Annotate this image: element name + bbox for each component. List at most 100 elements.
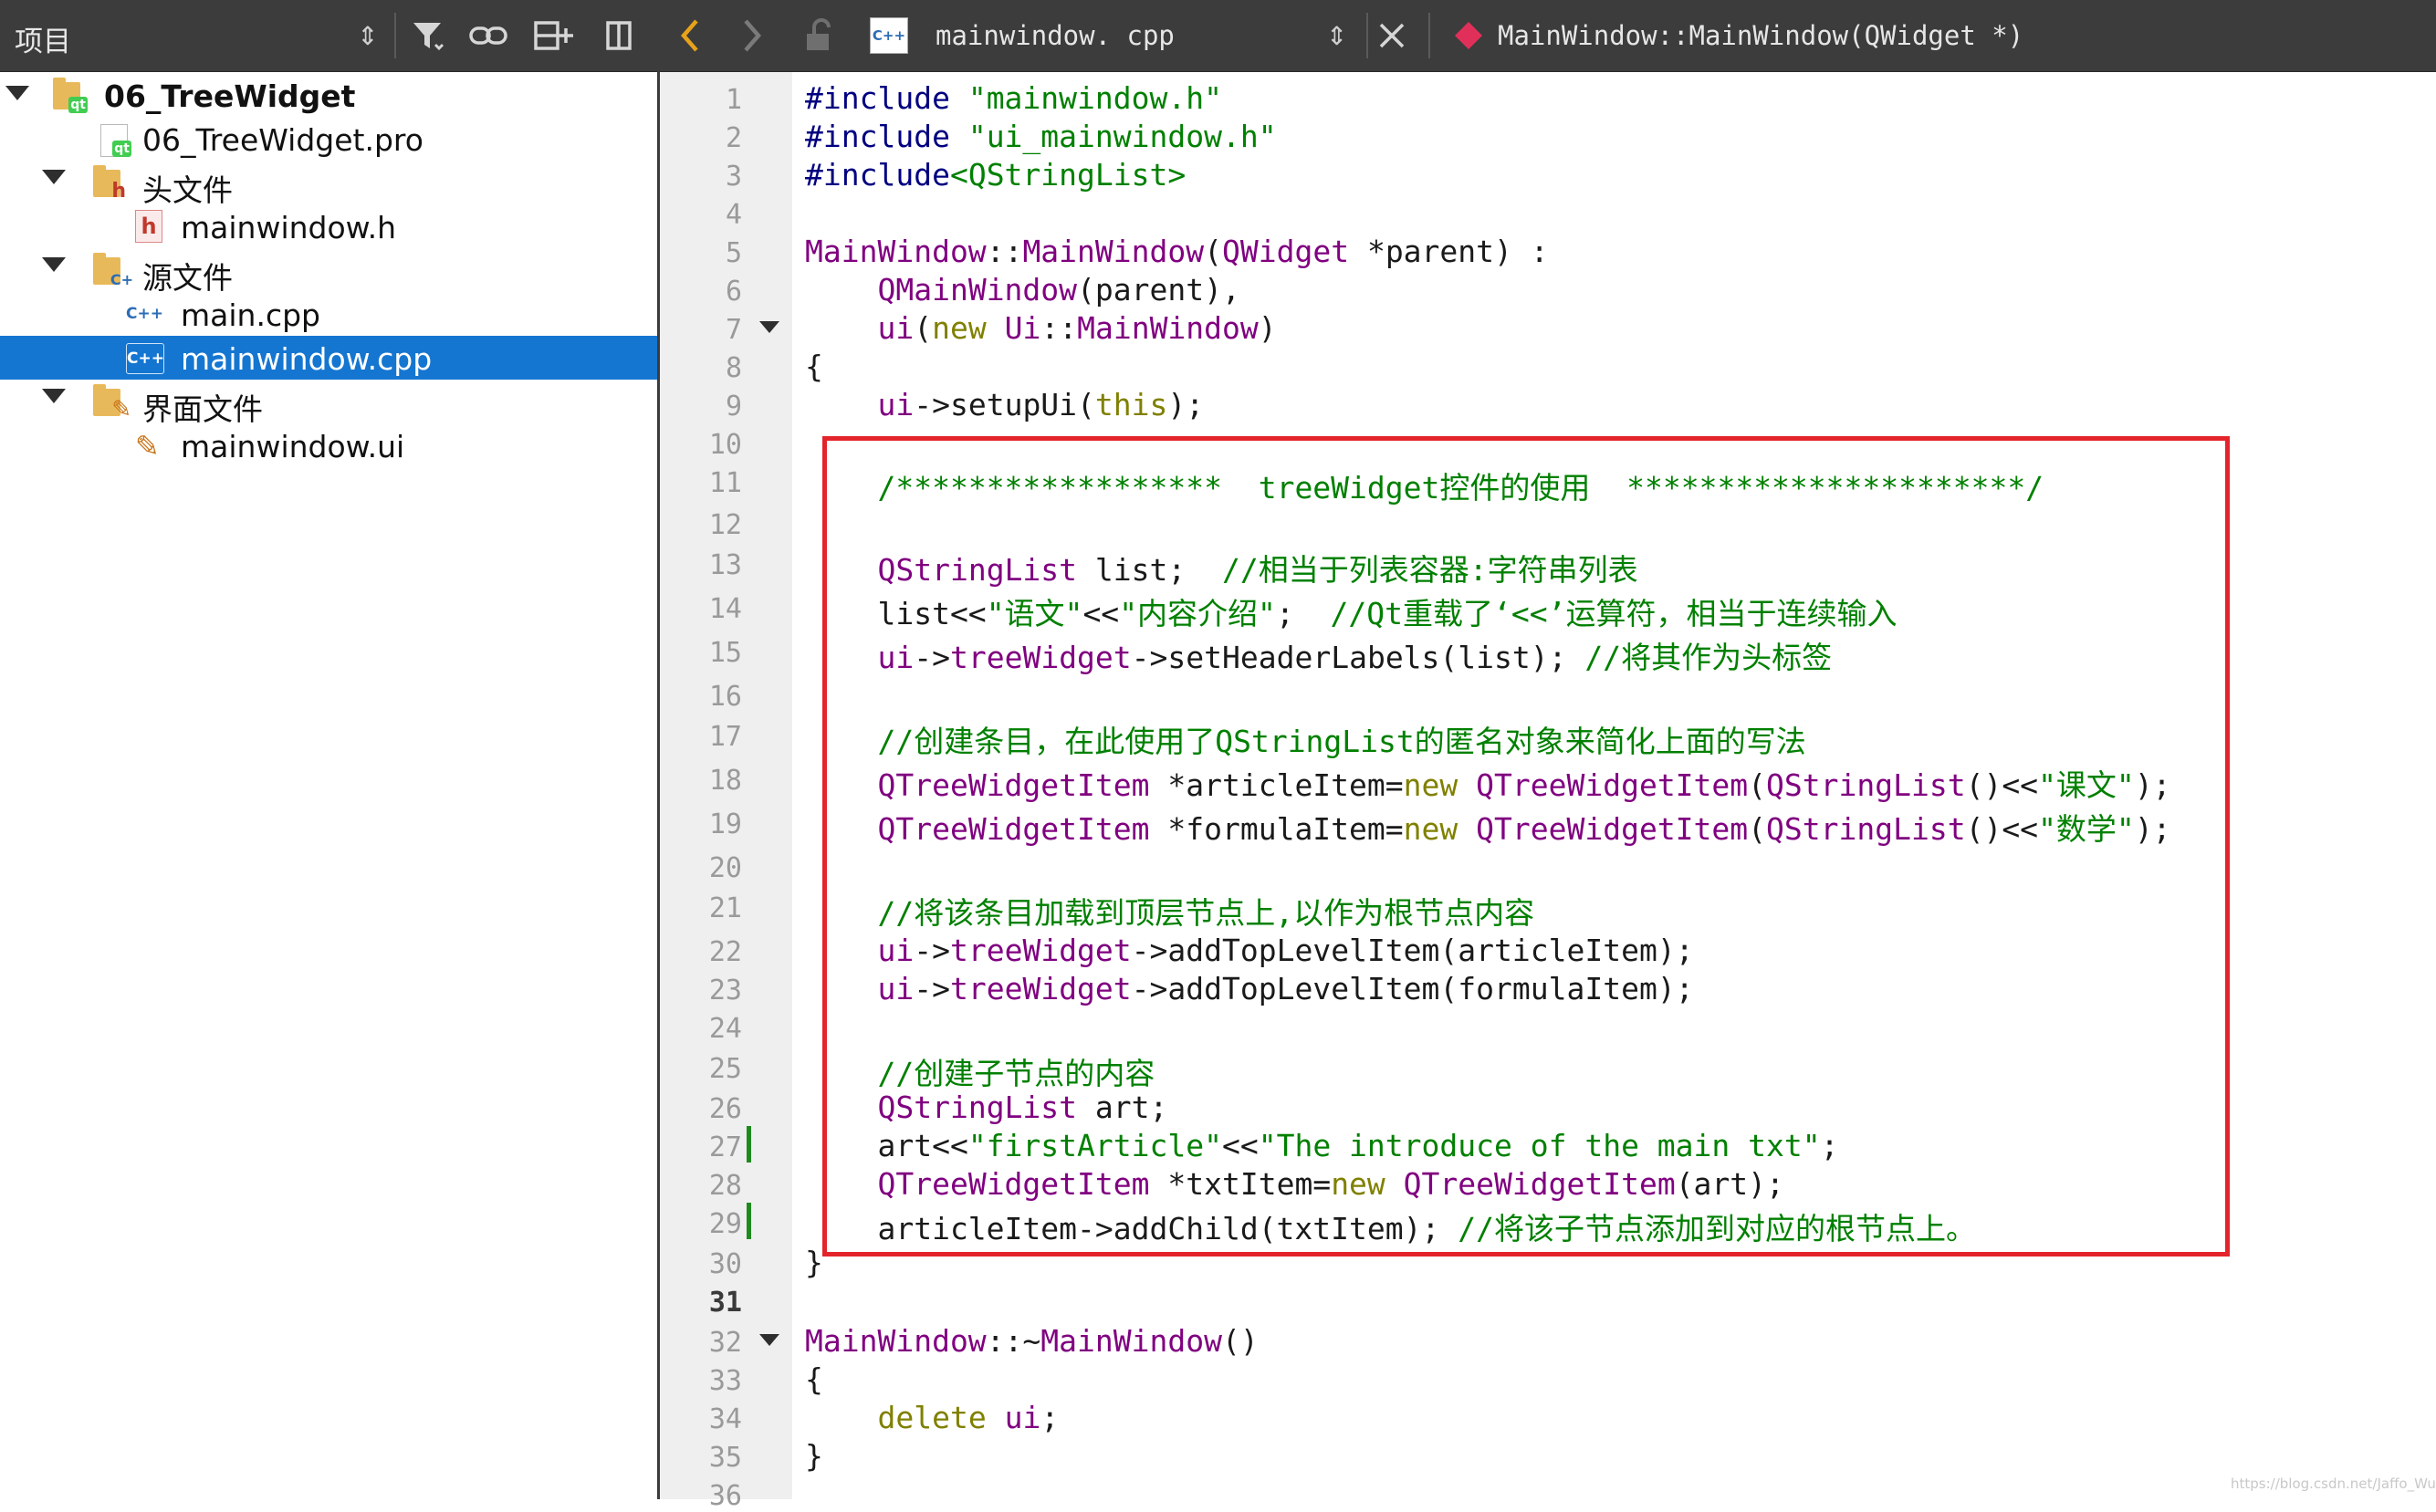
back-arrow-icon[interactable]: [678, 13, 715, 58]
ui-file-icon: ✎: [135, 429, 160, 464]
tree-item-label: 界面文件: [142, 391, 263, 427]
line-number: 5: [725, 237, 742, 269]
tree-item-pro-file[interactable]: qt 06_TreeWidget.pro: [0, 117, 657, 161]
line-number: 35: [708, 1442, 742, 1474]
code-line: {: [805, 349, 823, 384]
tree-item-label: mainwindow.h: [181, 210, 397, 245]
line-number: 34: [708, 1403, 742, 1435]
code-line: }: [805, 1245, 823, 1280]
fold-marker-icon[interactable]: [759, 1334, 779, 1346]
tree-item-label: main.cpp: [181, 297, 320, 333]
expand-arrow-icon[interactable]: [42, 170, 66, 184]
line-number: 24: [708, 1013, 742, 1045]
line-number: 19: [708, 808, 742, 840]
line-number: 25: [708, 1053, 742, 1085]
line-number: 23: [708, 975, 742, 1006]
tree-item-sources[interactable]: C+ 源文件: [0, 248, 657, 296]
header-file-icon: h: [131, 208, 168, 245]
expand-arrow-icon[interactable]: [5, 86, 29, 100]
expand-arrow-icon[interactable]: [42, 389, 66, 403]
line-number: 28: [708, 1170, 742, 1202]
line-number: 30: [708, 1248, 742, 1280]
line-number: 16: [708, 681, 742, 713]
change-marker: [747, 1203, 751, 1239]
line-number: 14: [708, 593, 742, 625]
tree-item-label: mainwindow.cpp: [181, 341, 433, 377]
sort-updown-icon[interactable]: ⇕: [354, 13, 382, 58]
expand-arrow-icon[interactable]: [42, 257, 66, 272]
cpp-file-icon: C++: [126, 339, 164, 376]
tree-item-forms[interactable]: ✎ 界面文件: [0, 380, 657, 427]
tree-item-label: 源文件: [142, 260, 233, 296]
forward-arrow-icon[interactable]: [740, 13, 777, 58]
code-line: QMainWindow(parent),: [877, 272, 1240, 308]
highlight-box: [822, 436, 2230, 1257]
symbol-method-icon: [1452, 13, 1489, 58]
source-folder-icon: C+: [91, 252, 133, 288]
line-number: 7: [725, 314, 742, 346]
line-number: 18: [708, 765, 742, 797]
line-number: 1: [725, 84, 742, 116]
project-pane: 项目 ⇕ qt 06_TreeWidget qt 06_TreeWidget.p…: [0, 0, 657, 1499]
code-line: ui(new Ui::MainWindow): [877, 310, 1277, 346]
sort-updown-icon[interactable]: ⇕: [1326, 13, 1354, 58]
close-sidebar-icon[interactable]: [601, 13, 637, 58]
code-line: ui->setupUi(this);: [877, 387, 1205, 422]
qt-project-icon: qt: [51, 77, 88, 113]
code-line: {: [805, 1361, 823, 1397]
line-number: 32: [708, 1327, 742, 1359]
tree-item-ui-file[interactable]: ✎ mainwindow.ui: [0, 423, 657, 467]
tree-item-label: 头文件: [142, 172, 233, 208]
code-line: #include "mainwindow.h": [805, 80, 1222, 116]
line-number: 33: [708, 1365, 742, 1397]
header-folder-icon: h: [91, 164, 128, 203]
open-file-combo[interactable]: mainwindow. cpp: [936, 13, 1175, 58]
line-number: 10: [708, 429, 742, 461]
tree-item-project[interactable]: qt 06_TreeWidget: [0, 73, 657, 117]
line-number: 12: [708, 509, 742, 541]
line-number: 36: [708, 1480, 742, 1512]
line-number: 26: [708, 1093, 742, 1125]
line-number: 21: [708, 892, 742, 924]
cpp-file-icon: C++: [870, 13, 914, 58]
cpp-file-icon: C++: [126, 305, 163, 323]
tree-item-header-file[interactable]: h mainwindow.h: [0, 204, 657, 248]
forms-folder-icon: ✎: [91, 383, 131, 423]
tree-item-label: mainwindow.ui: [181, 429, 405, 464]
close-icon[interactable]: [1377, 13, 1417, 58]
tree-item-label: 06_TreeWidget.pro: [142, 122, 423, 158]
project-pane-title: 项目: [15, 26, 71, 58]
code-line: #include<QStringList>: [805, 157, 1187, 193]
line-number: 9: [725, 391, 742, 422]
link-icon[interactable]: [465, 13, 511, 58]
editor-toolbar: C++ mainwindow. cpp ⇕ MainWindow::MainWi…: [660, 0, 2436, 72]
tree-item-label: 06_TreeWidget: [104, 78, 356, 114]
line-number: 29: [708, 1208, 742, 1240]
lock-icon[interactable]: [804, 13, 841, 58]
line-number: 15: [708, 637, 742, 669]
code-line: }: [805, 1438, 823, 1474]
line-number: 6: [725, 276, 742, 308]
file-name: mainwindow. cpp: [936, 20, 1175, 51]
line-number: 22: [708, 936, 742, 968]
project-toolbar: 项目 ⇕: [0, 0, 657, 72]
pro-file-icon: qt: [95, 120, 131, 157]
filter-icon[interactable]: [407, 13, 449, 58]
line-number: 17: [708, 721, 742, 753]
tree-item-main-cpp[interactable]: C++ main.cpp: [0, 292, 657, 336]
line-number: 2: [725, 122, 742, 154]
line-number: 11: [708, 467, 742, 499]
current-symbol: MainWindow::MainWindow(QWidget *): [1498, 20, 2024, 51]
code-line: MainWindow::MainWindow(QWidget *parent) …: [805, 234, 1549, 269]
line-number: 31: [708, 1287, 742, 1319]
tree-item-headers[interactable]: h 头文件: [0, 161, 657, 208]
split-add-icon[interactable]: [531, 13, 577, 58]
tree-item-mainwindow-cpp[interactable]: C++ mainwindow.cpp: [0, 336, 657, 380]
line-number: 20: [708, 852, 742, 884]
code-line: #include "ui_mainwindow.h": [805, 119, 1277, 154]
fold-marker-icon[interactable]: [759, 321, 779, 333]
symbol-combo[interactable]: MainWindow::MainWindow(QWidget *): [1498, 13, 2023, 58]
line-number: 27: [708, 1131, 742, 1163]
line-number: 8: [725, 352, 742, 384]
code-line: delete ui;: [877, 1400, 1060, 1435]
